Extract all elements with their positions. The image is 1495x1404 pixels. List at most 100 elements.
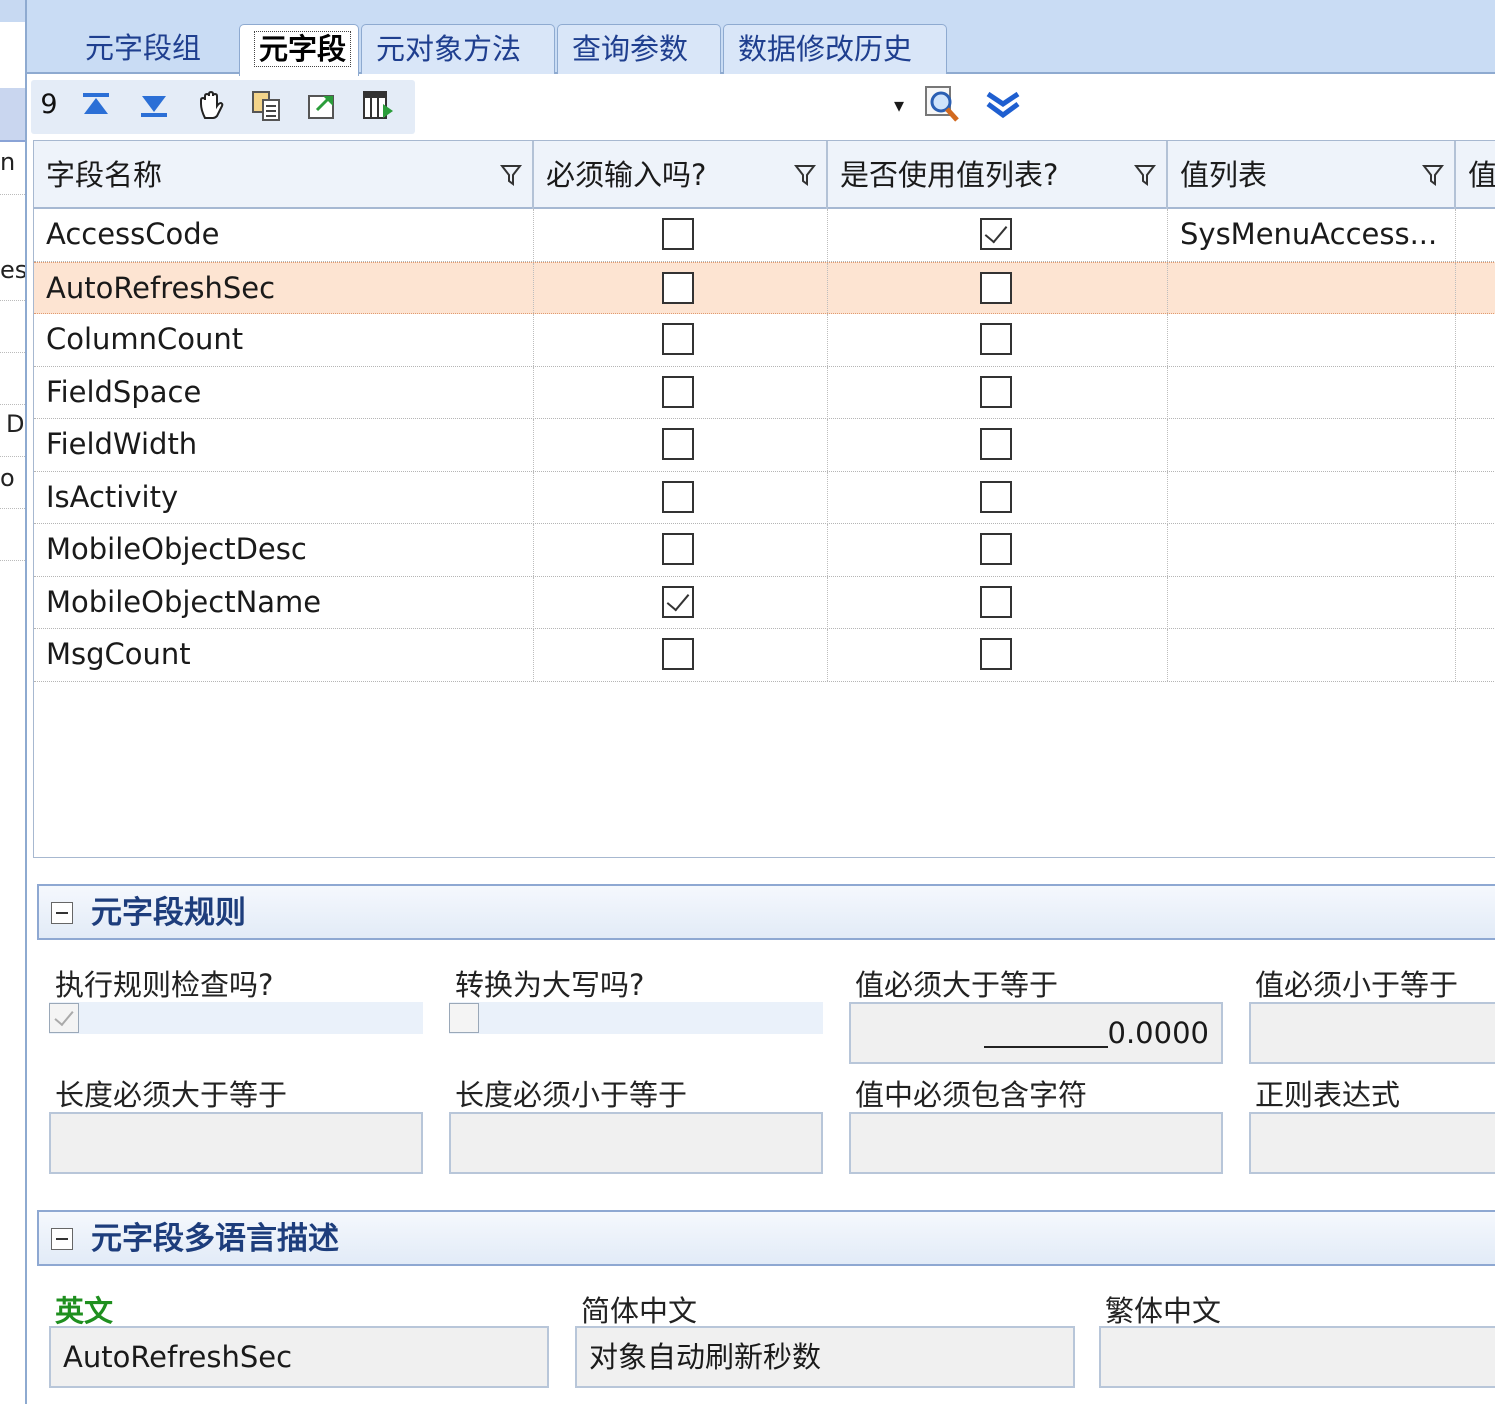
value-cell[interactable] bbox=[1456, 209, 1495, 261]
column-header-value[interactable]: 值 bbox=[1456, 141, 1495, 209]
table-row[interactable]: ColumnCount bbox=[34, 314, 1495, 367]
table-row[interactable]: AutoRefreshSec bbox=[34, 261, 1495, 315]
field-name-cell[interactable]: AccessCode bbox=[34, 209, 534, 261]
field-name-cell[interactable]: FieldWidth bbox=[34, 419, 534, 471]
required-checkbox[interactable] bbox=[662, 480, 694, 513]
field-name-cell[interactable]: MobileObjectDesc bbox=[34, 524, 534, 576]
left-divider bbox=[0, 404, 25, 405]
first-record-icon[interactable] bbox=[79, 88, 113, 122]
regex-label: 正则表达式 bbox=[1255, 1078, 1401, 1112]
value-list-cell[interactable] bbox=[1168, 262, 1456, 315]
left-panel-selected-item[interactable] bbox=[0, 88, 25, 142]
use-list-checkbox[interactable] bbox=[980, 585, 1012, 618]
use-list-checkbox[interactable] bbox=[980, 533, 1012, 565]
expand-down-icon[interactable] bbox=[983, 88, 1023, 122]
value-list-cell[interactable] bbox=[1168, 471, 1456, 524]
value-cell[interactable] bbox=[1456, 419, 1495, 471]
value-cell[interactable] bbox=[1456, 367, 1495, 419]
tab-data-history[interactable]: 数据修改历史 bbox=[723, 24, 947, 74]
field-name-cell[interactable]: AutoRefreshSec bbox=[34, 262, 534, 315]
table-row[interactable]: MobileObjectDesc bbox=[34, 524, 1495, 577]
rules-section-title: 元字段规则 bbox=[91, 895, 246, 931]
filter-icon[interactable] bbox=[500, 163, 522, 187]
value-list-cell[interactable] bbox=[1168, 524, 1456, 576]
required-checkbox[interactable] bbox=[662, 638, 694, 670]
required-checkbox[interactable] bbox=[662, 323, 694, 355]
value-list-cell[interactable] bbox=[1168, 419, 1456, 471]
hand-icon[interactable] bbox=[195, 88, 229, 122]
check-rules-checkbox[interactable] bbox=[49, 1003, 79, 1033]
tab-fields[interactable]: 元字段 bbox=[239, 24, 359, 76]
use-list-checkbox[interactable] bbox=[980, 323, 1012, 355]
required-checkbox[interactable] bbox=[662, 428, 694, 460]
use-list-checkbox[interactable] bbox=[980, 271, 1012, 304]
value-cell[interactable] bbox=[1456, 263, 1495, 315]
filter-icon[interactable] bbox=[1134, 163, 1156, 187]
tab-label: 元字段组 bbox=[85, 31, 202, 65]
search-icon[interactable] bbox=[923, 84, 963, 124]
simplified-chinese-field[interactable]: 对象自动刷新秒数 bbox=[575, 1326, 1075, 1388]
field-name-cell[interactable]: ColumnCount bbox=[34, 314, 534, 366]
use-list-checkbox[interactable] bbox=[980, 638, 1012, 670]
value-cell[interactable] bbox=[1456, 314, 1495, 366]
required-checkbox[interactable] bbox=[662, 533, 694, 565]
table-row[interactable]: MsgCount bbox=[34, 629, 1495, 682]
column-header-use-list[interactable]: 是否使用值列表? bbox=[828, 141, 1168, 209]
column-header-field-name[interactable]: 字段名称 bbox=[34, 141, 534, 209]
column-header-value-list[interactable]: 值列表 bbox=[1168, 141, 1456, 209]
required-checkbox[interactable] bbox=[662, 218, 694, 250]
value-cell[interactable] bbox=[1456, 524, 1495, 576]
filter-icon[interactable] bbox=[794, 163, 816, 187]
tab-object-methods[interactable]: 元对象方法 bbox=[361, 24, 555, 74]
column-chooser-icon[interactable] bbox=[361, 88, 395, 122]
value-list-cell[interactable] bbox=[1168, 314, 1456, 366]
min-value-field[interactable]: 0.0000 bbox=[849, 1002, 1223, 1064]
contains-field[interactable] bbox=[849, 1112, 1223, 1174]
value-list-cell[interactable] bbox=[1168, 366, 1456, 419]
field-name-cell[interactable]: FieldSpace bbox=[34, 366, 534, 419]
copy-icon[interactable] bbox=[249, 88, 283, 122]
table-row[interactable]: FieldWidth bbox=[34, 419, 1495, 472]
use-list-checkbox[interactable] bbox=[980, 428, 1012, 460]
required-checkbox[interactable] bbox=[662, 271, 694, 304]
use-list-checkbox[interactable] bbox=[980, 480, 1012, 513]
value-cell[interactable] bbox=[1456, 629, 1495, 681]
collapse-icon[interactable] bbox=[51, 902, 73, 924]
value-list-cell[interactable] bbox=[1168, 576, 1456, 629]
tab-query-params[interactable]: 查询参数 bbox=[557, 24, 721, 74]
min-length-field[interactable] bbox=[49, 1112, 423, 1174]
use-list-cell bbox=[828, 471, 1168, 524]
filter-icon[interactable] bbox=[1422, 163, 1444, 187]
last-record-icon[interactable] bbox=[137, 88, 171, 122]
use-list-checkbox[interactable] bbox=[980, 218, 1012, 250]
english-field[interactable]: AutoRefreshSec bbox=[49, 1326, 549, 1388]
export-icon[interactable] bbox=[305, 88, 339, 122]
tab-field-groups[interactable]: 元字段组 bbox=[71, 24, 251, 74]
max-length-field[interactable] bbox=[449, 1112, 823, 1174]
regex-field[interactable] bbox=[1249, 1112, 1495, 1174]
required-checkbox[interactable] bbox=[662, 375, 694, 408]
uppercase-strip bbox=[449, 1002, 823, 1034]
left-panel-edge: n es D o bbox=[0, 0, 27, 1404]
table-row[interactable]: AccessCode SysMenuAccess... bbox=[34, 209, 1495, 262]
field-name-cell[interactable]: IsActivity bbox=[34, 471, 534, 524]
search-dropdown-arrow[interactable]: ▾ bbox=[889, 88, 909, 122]
column-header-required[interactable]: 必须输入吗? bbox=[534, 141, 828, 209]
value-cell[interactable] bbox=[1456, 472, 1495, 524]
table-row[interactable]: IsActivity bbox=[34, 471, 1495, 524]
value-list-cell[interactable]: SysMenuAccess... bbox=[1168, 209, 1456, 261]
multilang-section-header[interactable]: 元字段多语言描述 bbox=[37, 1210, 1495, 1266]
field-name-cell[interactable]: MobileObjectName bbox=[34, 576, 534, 629]
uppercase-checkbox[interactable] bbox=[449, 1003, 479, 1033]
traditional-chinese-field[interactable] bbox=[1099, 1326, 1495, 1388]
table-row[interactable]: MobileObjectName bbox=[34, 576, 1495, 629]
required-checkbox[interactable] bbox=[662, 585, 694, 618]
table-row[interactable]: FieldSpace bbox=[34, 366, 1495, 419]
value-cell[interactable] bbox=[1456, 577, 1495, 629]
max-value-field[interactable] bbox=[1249, 1002, 1495, 1064]
use-list-checkbox[interactable] bbox=[980, 375, 1012, 408]
field-name-cell[interactable]: MsgCount bbox=[34, 629, 534, 681]
collapse-icon[interactable] bbox=[51, 1228, 73, 1250]
rules-section-header[interactable]: 元字段规则 bbox=[37, 884, 1495, 940]
value-list-cell[interactable] bbox=[1168, 629, 1456, 681]
